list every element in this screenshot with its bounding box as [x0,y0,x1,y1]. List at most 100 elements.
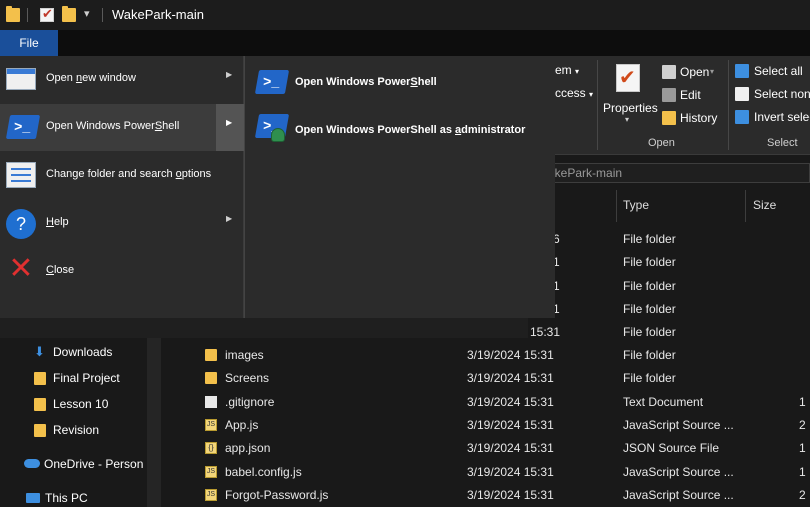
nav-item[interactable]: Final Project [34,368,146,388]
table-row[interactable]: JS babel.config.js 3/19/2024 15:31 JavaScri… [160,461,810,484]
submenu-item-label: Open Windows PowerShell as administrator [295,124,526,136]
menu-item-open-powershell[interactable]: Open Windows PowerShell ▶ [0,104,244,151]
folder-icon [34,398,46,411]
navigation-scrollbar[interactable] [147,330,161,507]
menu-item-label: Close [46,264,75,276]
select-all-button[interactable]: Select all [735,63,810,81]
ribbon-item-partial[interactable]: em ▾ [555,63,579,77]
history-icon [662,111,676,125]
open-icon [662,65,676,79]
customize-quick-access-dropdown-icon[interactable]: ▾ [84,7,90,20]
submenu-item-open-powershell-admin[interactable]: Open Windows PowerShell as administrator [245,108,556,152]
menu-item-label: Open Windows PowerShell [46,120,180,132]
history-button[interactable]: History [662,110,724,128]
select-none-label: Select none [754,87,810,101]
file-name: Screens [225,371,270,386]
nav-item[interactable]: This PC [26,488,146,507]
file-date: 3/19/2024 15:31 [467,464,554,479]
file-name: Forgot-Password.js [225,487,329,502]
file-name: babel.config.js [225,464,302,479]
group-label-select: Select [767,137,798,149]
new-folder-icon[interactable] [62,6,76,22]
js-file-icon: JS [205,465,217,478]
dropdown-arrow-icon: ▾ [710,67,715,76]
menu-item-open-new-window[interactable]: Open new window ▶ [0,56,244,103]
menu-shadow [0,318,528,338]
powershell-submenu: Open Windows PowerShell Open Windows Pow… [244,56,555,318]
file-name: App.js [225,417,259,432]
file-date: 3/19/2024 15:31 [467,417,554,432]
table-row[interactable]: {} app.json 3/19/2024 15:31 JSON Source Fil… [160,437,810,460]
menu-item-close[interactable]: ✕ Close [0,248,244,295]
js-file-icon: JS [205,418,217,431]
table-row[interactable]: Screens 3/19/2024 15:31 File folder [160,367,810,390]
nav-item[interactable]: Revision [34,420,146,440]
menu-item-help[interactable]: ? Help ▶ [0,200,244,247]
powershell-icon [5,115,41,139]
nav-item[interactable]: ⬇ Downloads [34,342,146,362]
address-bar[interactable]: akePark-main [527,163,810,183]
title-separator [102,8,103,22]
select-all-label: Select all [754,64,803,78]
file-type: JavaScript Source ... [623,487,734,502]
column-divider[interactable] [616,190,617,222]
nav-item-label: OneDrive - Person [44,457,144,471]
window-titlebar-glyph [7,69,35,74]
admin-user-icon [271,128,285,142]
nav-item-label: Final Project [53,371,120,385]
file-date: 3/19/2024 15:31 [467,394,554,409]
file-date: 3/19/2024 15:31 [467,371,554,386]
file-size: 1 [799,464,806,479]
column-divider[interactable] [745,190,746,222]
tab-file[interactable]: File [0,30,58,56]
title-separator [27,8,28,22]
ribbon-access-partial[interactable]: ccess ▾ [555,86,593,100]
nav-item[interactable]: OneDrive - Person [24,454,146,474]
dropdown-arrow-icon: ▾ [575,67,580,76]
file-size: 1 [799,441,806,456]
text-file-icon [205,395,217,408]
nav-item[interactable]: Lesson 10 [34,394,146,414]
ribbon-access-partial-label: ccess [555,86,586,100]
file-menu: Open new window ▶ Open Windows PowerShel… [0,56,244,318]
file-size: 1 [799,394,806,409]
json-file-icon: {} [205,442,217,455]
submenu-expand-area[interactable]: ▶ [216,104,244,151]
menu-item-folder-options[interactable]: Change folder and search options [0,152,244,199]
submenu-arrow-icon: ▶ [226,70,233,79]
edit-button[interactable]: Edit [662,87,722,105]
submenu-arrow-icon: ▶ [226,118,233,127]
select-none-button[interactable]: Select none [735,86,810,104]
invert-selection-button[interactable]: Invert selec [735,109,810,127]
folder-icon [34,372,46,385]
file-name: images [225,348,264,362]
file-name: app.json [225,441,271,456]
submenu-item-open-powershell[interactable]: Open Windows PowerShell [245,64,556,104]
table-row[interactable]: .gitignore 3/19/2024 15:31 Text Document 1 [160,391,810,414]
column-header-type[interactable]: Type [623,198,649,212]
folder-icon [205,372,217,385]
new-window-icon [6,68,36,90]
column-header-size[interactable]: Size [753,198,776,212]
properties-button[interactable]: ✔ Properties ▾ [603,62,658,130]
file-type: File folder [623,278,676,293]
file-type: File folder [623,232,676,246]
check-mark-icon: ✔ [619,67,636,89]
table-row[interactable]: images 3/19/2024 15:31 File folder [160,344,810,367]
open-button[interactable]: Open ▾ [662,64,724,82]
group-label-open: Open [648,137,675,149]
table-row[interactable]: JS App.js 3/19/2024 15:31 JavaScript Source… [160,414,810,437]
file-size: 2 [799,417,806,432]
table-row[interactable]: JS Forgot-Password.js 3/19/2024 15:31 JavaS… [160,484,810,507]
file-date: 15:31 [530,325,561,340]
nav-item-label: Downloads [53,345,113,359]
ribbon-group-separator [728,60,729,150]
open-label: Open [680,65,710,79]
folder-icon [34,424,46,437]
folder-icon[interactable] [6,6,20,22]
file-type: Text Document [623,394,704,409]
properties-check-icon[interactable] [40,6,54,22]
folder-options-icon [6,162,36,188]
select-none-icon [735,87,749,101]
file-type: JavaScript Source ... [623,417,734,432]
